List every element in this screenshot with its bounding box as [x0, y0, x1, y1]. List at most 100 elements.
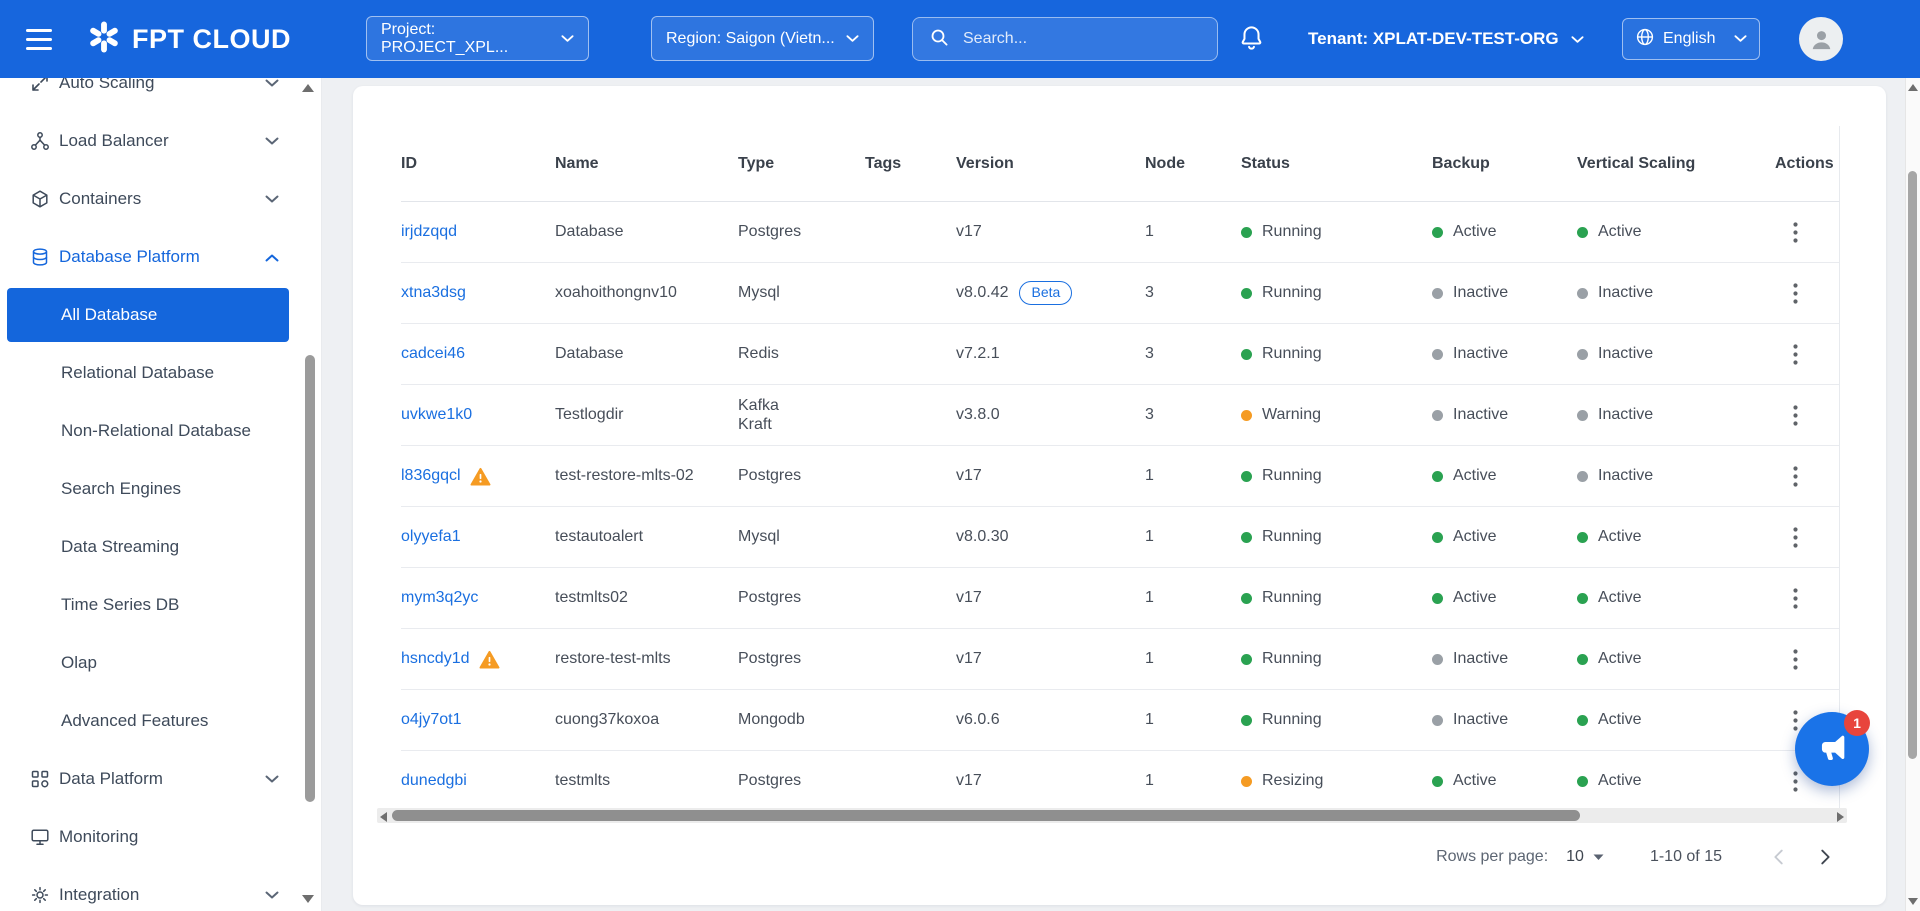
status-dot-icon: [1241, 288, 1252, 299]
sidebar-item-monitoring[interactable]: Monitoring: [0, 808, 321, 866]
sidebar-item-data-streaming[interactable]: Data Streaming: [0, 518, 321, 576]
row-type: Postgres: [738, 588, 865, 607]
next-page-button[interactable]: [1810, 842, 1840, 872]
row-name: testmlts: [555, 771, 707, 792]
project-select[interactable]: Project: PROJECT_XPL...: [366, 16, 589, 61]
scroll-right-arrow-icon[interactable]: [1837, 812, 1844, 822]
sidebar-item-relational-database[interactable]: Relational Database: [0, 344, 321, 402]
row-id-link[interactable]: dunedgbi: [401, 772, 467, 790]
sidebar-item-database-platform[interactable]: Database Platform: [0, 228, 321, 286]
backup-label: Inactive: [1453, 711, 1508, 729]
notification-count-badge: 1: [1844, 710, 1870, 736]
sidebar-item-all-database[interactable]: All Database: [7, 288, 289, 342]
row-id-link[interactable]: o4jy7ot1: [401, 711, 462, 729]
sidebar-scroll-down-arrow-icon[interactable]: [302, 895, 314, 903]
sidebar-item-integration[interactable]: Integration: [0, 866, 321, 911]
row-actions-button[interactable]: [1783, 460, 1808, 493]
sidebar-item-data-platform[interactable]: Data Platform: [0, 750, 321, 808]
sidebar-item-non-relational-database[interactable]: Non-Relational Database: [0, 402, 321, 460]
row-name: testautoalert: [555, 527, 707, 548]
row-id-link[interactable]: xtna3dsg: [401, 284, 466, 302]
sidebar-item-containers[interactable]: Containers: [0, 170, 321, 228]
row-id-link[interactable]: hsncdy1d: [401, 650, 470, 668]
language-select[interactable]: English: [1622, 18, 1760, 60]
row-name: restore-test-mlts: [555, 649, 707, 670]
sidebar-item-time-series-db[interactable]: Time Series DB: [0, 576, 321, 634]
status-label: Running: [1262, 589, 1322, 607]
sidebar-item-search-engines[interactable]: Search Engines: [0, 460, 321, 518]
row-id-link[interactable]: l836gqcl: [401, 467, 461, 485]
user-avatar[interactable]: [1799, 17, 1843, 61]
row-type: Redis: [738, 344, 865, 363]
row-actions-button[interactable]: [1783, 338, 1808, 371]
pagination-range: 1-10 of 15: [1650, 848, 1722, 866]
status-dot-icon: [1432, 532, 1443, 543]
row-version: v6.0.6: [956, 711, 1000, 729]
data-platform-icon: [30, 769, 50, 789]
sidebar-scroll-up-arrow-icon[interactable]: [302, 84, 314, 92]
row-actions-button[interactable]: [1783, 277, 1808, 310]
sidebar-item-advanced-features[interactable]: Advanced Features: [0, 692, 321, 750]
row-backup: Active: [1432, 223, 1577, 241]
row-actions-button[interactable]: [1783, 399, 1808, 432]
vertical-scrollbar[interactable]: [1905, 78, 1920, 911]
status-dot-icon: [1432, 776, 1443, 787]
table-row: xtna3dsg xoahoithongnv10 Mysql v8.0.42 B…: [401, 263, 1840, 324]
scroll-up-arrow-icon[interactable]: [1908, 84, 1918, 91]
search-input[interactable]: [961, 29, 1201, 49]
region-select[interactable]: Region: Saigon (Vietn...: [651, 16, 874, 61]
sidebar-item-load-balancer[interactable]: Load Balancer: [0, 112, 321, 170]
announcements-fab-button[interactable]: 1: [1795, 712, 1869, 786]
previous-page-button[interactable]: [1764, 842, 1794, 872]
row-name: testmlts02: [555, 588, 707, 609]
tenant-select[interactable]: Tenant: XPLAT-DEV-TEST-ORG: [1308, 0, 1584, 78]
table-row: irjdzqqd Database Postgres v17 1 Running…: [401, 202, 1840, 263]
row-type: Postgres: [738, 466, 865, 485]
database-icon: [30, 247, 50, 267]
table-row: cadcei46 Database Redis v7.2.1 3 Running…: [401, 324, 1840, 385]
row-version: v17: [956, 467, 982, 485]
row-actions-button[interactable]: [1783, 582, 1808, 615]
horizontal-scrollbar[interactable]: [377, 808, 1847, 823]
row-id-link[interactable]: irjdzqqd: [401, 223, 457, 241]
chevron-down-icon: [1571, 29, 1584, 49]
row-id-link[interactable]: cadcei46: [401, 345, 465, 363]
row-id-link[interactable]: mym3q2yc: [401, 589, 478, 607]
row-actions-button[interactable]: [1783, 216, 1808, 249]
status-label: Resizing: [1262, 772, 1323, 790]
sidebar-item-olap[interactable]: Olap: [0, 634, 321, 692]
scroll-down-arrow-icon[interactable]: [1908, 898, 1918, 905]
warning-icon: [470, 467, 491, 486]
chevron-down-icon: [265, 775, 279, 784]
horizontal-scrollbar-thumb[interactable]: [392, 810, 1580, 821]
row-actions-button[interactable]: [1783, 521, 1808, 554]
row-vertical-scaling: Active: [1577, 589, 1775, 607]
row-node: 1: [1145, 223, 1241, 241]
scroll-left-arrow-icon[interactable]: [380, 812, 387, 822]
row-id-link[interactable]: uvkwe1k0: [401, 406, 472, 424]
sidebar-scrollbar-thumb[interactable]: [305, 355, 315, 802]
vertical-scaling-label: Active: [1598, 589, 1642, 607]
status-dot-icon: [1577, 654, 1588, 665]
vertical-scrollbar-thumb[interactable]: [1908, 171, 1917, 759]
column-header-version: Version: [956, 155, 1145, 173]
row-id-link[interactable]: olyyefa1: [401, 528, 461, 546]
row-vertical-scaling: Inactive: [1577, 345, 1775, 363]
vertical-scaling-label: Active: [1598, 650, 1642, 668]
rows-per-page-select[interactable]: 10: [1566, 848, 1604, 866]
sidebar-subitem-label: Non-Relational Database: [61, 421, 251, 441]
globe-icon: [1635, 27, 1655, 52]
hamburger-menu-button[interactable]: [22, 25, 56, 53]
sidebar-item-auto-scaling[interactable]: Auto Scaling: [0, 78, 321, 112]
notifications-bell-icon[interactable]: [1238, 24, 1265, 56]
row-type: Postgres: [738, 649, 865, 668]
row-type: Mysql: [738, 527, 865, 546]
sidebar: Auto Scaling Load Balancer Containers: [0, 78, 322, 911]
status-dot-icon: [1577, 532, 1588, 543]
chevron-down-icon: [846, 30, 859, 48]
row-actions-button[interactable]: [1783, 643, 1808, 676]
region-select-value: Region: Saigon (Vietn...: [666, 30, 835, 48]
status-dot-icon: [1577, 471, 1588, 482]
row-node: 1: [1145, 772, 1241, 790]
fpt-cloud-logo[interactable]: FPT CLOUD: [86, 0, 291, 78]
